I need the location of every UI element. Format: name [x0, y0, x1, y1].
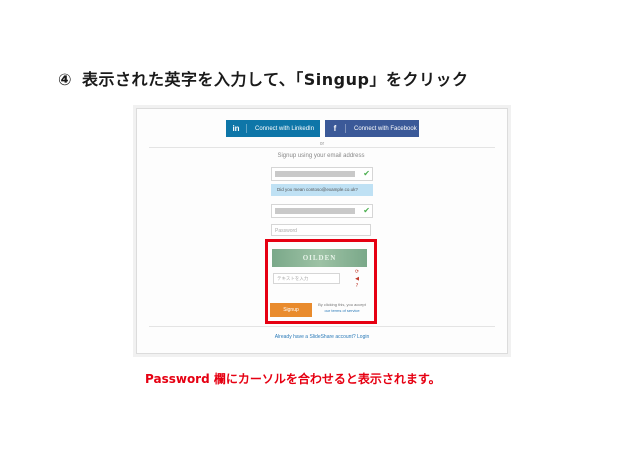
step-number: ④	[58, 70, 73, 89]
username-field[interactable]: ✔	[271, 204, 373, 218]
linkedin-icon: in	[226, 124, 247, 133]
caption-note: Password 欄にカーソルを合わせると表示されます。	[145, 372, 441, 386]
username-value-blurred	[275, 208, 355, 214]
signup-using-label: Signup using your email address	[277, 153, 365, 159]
check-icon: ✔	[363, 169, 370, 178]
email-field[interactable]: ✔	[271, 167, 373, 181]
divider	[149, 326, 495, 327]
step-heading-text: 表示された英字を入力して、「Singup」をクリック	[82, 70, 469, 89]
facebook-icon: f	[325, 124, 346, 133]
divider	[149, 147, 495, 148]
linkedin-label: Connect with LinkedIn	[255, 125, 315, 132]
login-link[interactable]: Already have a SlideShare account? Login	[137, 334, 507, 340]
connect-facebook-button[interactable]: f Connect with Facebook	[325, 120, 419, 137]
password-field[interactable]: Password	[271, 224, 371, 236]
highlight-box	[265, 239, 377, 324]
signup-screenshot: in Connect with LinkedIn f Connect with …	[136, 108, 508, 354]
connect-linkedin-button[interactable]: in Connect with LinkedIn	[226, 120, 320, 137]
email-value-blurred	[275, 171, 355, 177]
check-icon: ✔	[363, 206, 370, 215]
email-suggestion[interactable]: Did you mean contoso@example.co.uk?	[271, 184, 373, 196]
step-heading: ④ 表示された英字を入力して、「Singup」をクリック	[58, 66, 468, 90]
facebook-label: Connect with Facebook	[354, 125, 417, 132]
